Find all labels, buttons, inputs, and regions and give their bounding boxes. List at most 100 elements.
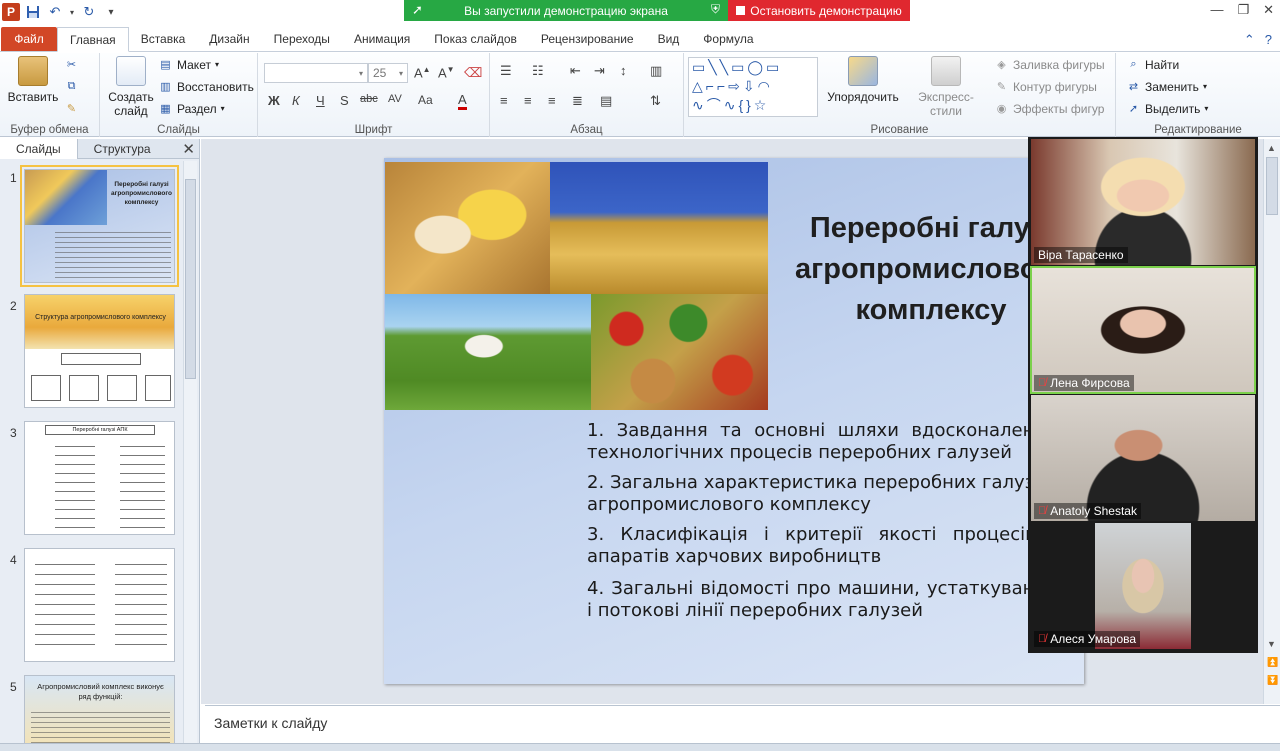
new-slide-button[interactable]: Создать слайд xyxy=(106,56,156,118)
layout-label: Макет xyxy=(177,57,211,72)
participant-video[interactable]: 🎙̸ Anatoly Shestak xyxy=(1031,395,1255,521)
slide-thumb-3[interactable]: Переробні галузі АПК xyxy=(24,421,175,535)
font-family-select[interactable]: ▾ xyxy=(264,63,368,83)
participant-name-tag: 🎙̸ Anatoly Shestak xyxy=(1034,503,1141,519)
reset-button[interactable]: ▥ Восстановить xyxy=(158,79,254,94)
shape-fill-button[interactable]: ◈ Заливка фигуры xyxy=(994,57,1104,72)
underline-button[interactable]: Ч xyxy=(316,93,325,108)
participant-video[interactable]: Віра Тарасенко xyxy=(1031,139,1255,265)
scrollbar-thumb[interactable] xyxy=(1266,157,1278,215)
tab-view[interactable]: Вид xyxy=(646,27,692,51)
decrease-indent-icon[interactable]: ⇤ xyxy=(570,63,581,79)
strikethrough-button[interactable]: abc xyxy=(360,93,378,105)
tab-animations[interactable]: Анимация xyxy=(342,27,422,51)
shape-outline-button[interactable]: ✎ Контур фигуры xyxy=(994,79,1097,94)
format-painter-button[interactable]: ✎ xyxy=(64,101,79,116)
thumb-box xyxy=(31,375,61,401)
thumb-number: 3 xyxy=(10,426,17,440)
clear-format-icon[interactable]: ⌫ xyxy=(464,65,482,81)
tab-slideshow[interactable]: Показ слайдов xyxy=(422,27,529,51)
minimize-icon[interactable]: — xyxy=(1210,2,1223,18)
text-direction-icon[interactable]: ⇅ xyxy=(650,93,661,109)
slide-thumb-5[interactable]: Агропромисловий комплекс виконує ряд фун… xyxy=(24,675,175,745)
tab-transitions[interactable]: Переходы xyxy=(262,27,342,51)
slide-canvas[interactable]: Переробні галузі агропромислового компле… xyxy=(384,158,1084,684)
title-bar: P ↶ ▾ ↻ ▾ ➚ Вы запустили демонстрацию эк… xyxy=(0,0,1280,24)
tab-home[interactable]: Главная xyxy=(57,27,129,52)
layout-button[interactable]: ▤ Макет ▾ xyxy=(158,57,219,72)
section-button[interactable]: ▦ Раздел ▾ xyxy=(158,101,224,116)
justify-icon[interactable]: ≣ xyxy=(572,93,583,109)
numbering-icon[interactable]: ☷ xyxy=(532,63,544,79)
layout-icon: ▤ xyxy=(160,59,171,71)
collapse-ribbon-icon[interactable]: ⌃ xyxy=(1244,32,1255,48)
slide-scrollbar[interactable]: ▲ ▼ ⏫ ⏬ xyxy=(1263,139,1280,704)
restore-icon[interactable]: ❐ xyxy=(1237,2,1249,18)
scroll-up-icon[interactable]: ▲ xyxy=(1267,143,1276,153)
undo-icon[interactable]: ↶ xyxy=(46,3,64,21)
tab-insert[interactable]: Вставка xyxy=(129,27,198,51)
section-label: Раздел xyxy=(177,101,217,116)
paste-button[interactable]: Вставить xyxy=(8,56,58,104)
slide-thumb-4[interactable] xyxy=(24,548,175,662)
group-font: ▾ 25 ▾ A▲ A▼ ⌫ Ж К Ч S abc AV Aa A Шрифт xyxy=(258,53,490,137)
participant-video[interactable]: 🎙̸ Лена Фирсова xyxy=(1030,266,1256,394)
quick-styles-button[interactable]: Экспресс-стили xyxy=(904,56,988,118)
close-panel-icon[interactable]: ✕ xyxy=(182,140,195,158)
thumb-number: 5 xyxy=(10,680,17,694)
shapes-gallery[interactable]: ▭╲╲▭◯▭ △⌐⌐⇨⇩◠ ∿⌒∿{}☆ xyxy=(688,57,818,117)
font-color-button[interactable]: A xyxy=(458,93,467,110)
prev-slide-icon[interactable]: ⏫ xyxy=(1267,657,1278,668)
participant-video[interactable]: 🎙̸ Алеся Умарова xyxy=(1031,523,1255,649)
redo-icon[interactable]: ↻ xyxy=(80,3,98,21)
font-size-select[interactable]: 25 ▾ xyxy=(368,63,408,83)
bullets-icon[interactable]: ☰ xyxy=(500,63,512,79)
copy-button[interactable]: ⧉ xyxy=(64,79,79,94)
slide-thumb-1[interactable]: Переробні галузі агропромислового компле… xyxy=(20,165,179,287)
share-status-text: Вы запустили демонстрацию экрана xyxy=(464,3,668,18)
shrink-font-icon[interactable]: A▼ xyxy=(438,65,455,80)
stop-share-button[interactable]: Остановить демонстрацию xyxy=(728,0,910,21)
slide-bullet: 2. Загальна характеристика переробних га… xyxy=(587,472,1057,515)
shadow-button[interactable]: S xyxy=(340,93,349,108)
tab-file[interactable]: Файл xyxy=(1,27,57,51)
help-icon[interactable]: ? xyxy=(1265,32,1272,48)
replace-button[interactable]: ⇄ Заменить ▾ xyxy=(1126,79,1207,94)
align-center-icon[interactable]: ≡ xyxy=(524,93,532,108)
char-spacing-button[interactable]: AV xyxy=(388,93,402,105)
tab-slides[interactable]: Слайды xyxy=(0,138,78,159)
save-icon[interactable] xyxy=(24,3,42,21)
align-left-icon[interactable]: ≡ xyxy=(500,93,508,108)
change-case-button[interactable]: Aa xyxy=(418,93,433,107)
tab-outline[interactable]: Структура xyxy=(78,139,167,159)
slide-thumb-2[interactable]: Структура агропромислового комплексу xyxy=(24,294,175,408)
tab-review[interactable]: Рецензирование xyxy=(529,27,646,51)
shape-effects-button[interactable]: ◉ Эффекты фигур xyxy=(994,101,1105,116)
grow-font-icon[interactable]: A▲ xyxy=(414,65,431,80)
find-button[interactable]: ⌕ Найти xyxy=(1126,57,1179,72)
columns-icon[interactable]: ▥ xyxy=(650,63,662,79)
align-right-icon[interactable]: ≡ xyxy=(548,93,556,108)
undo-dropdown-icon[interactable]: ▾ xyxy=(68,3,76,21)
customize-qat-icon[interactable]: ▾ xyxy=(102,3,120,21)
powerpoint-logo-icon[interactable]: P xyxy=(2,3,20,21)
arrange-button[interactable]: Упорядочить xyxy=(824,56,902,104)
paste-label: Вставить xyxy=(7,90,59,104)
bold-button[interactable]: Ж xyxy=(268,93,280,108)
scroll-down-icon[interactable]: ▼ xyxy=(1267,639,1276,649)
line-spacing-icon[interactable]: ↕ xyxy=(620,63,627,78)
group-label-clipboard: Буфер обмена xyxy=(10,124,89,136)
scrollbar-thumb[interactable] xyxy=(185,179,196,379)
increase-indent-icon[interactable]: ⇥ xyxy=(594,63,605,79)
close-icon[interactable]: ✕ xyxy=(1263,2,1274,18)
slides-panel-scrollbar[interactable] xyxy=(183,161,197,745)
next-slide-icon[interactable]: ⏬ xyxy=(1267,675,1278,686)
window-controls: — ❐ ✕ xyxy=(1210,2,1274,18)
notes-pane[interactable]: Заметки к слайду xyxy=(205,705,1280,741)
italic-button[interactable]: К xyxy=(292,93,300,108)
select-button[interactable]: ➚ Выделить ▾ xyxy=(1126,101,1208,116)
cut-button[interactable]: ✂ xyxy=(64,57,79,72)
tab-design[interactable]: Дизайн xyxy=(197,27,261,51)
align-columns-icon[interactable]: ▤ xyxy=(600,93,612,109)
tab-formula[interactable]: Формула xyxy=(691,27,765,51)
